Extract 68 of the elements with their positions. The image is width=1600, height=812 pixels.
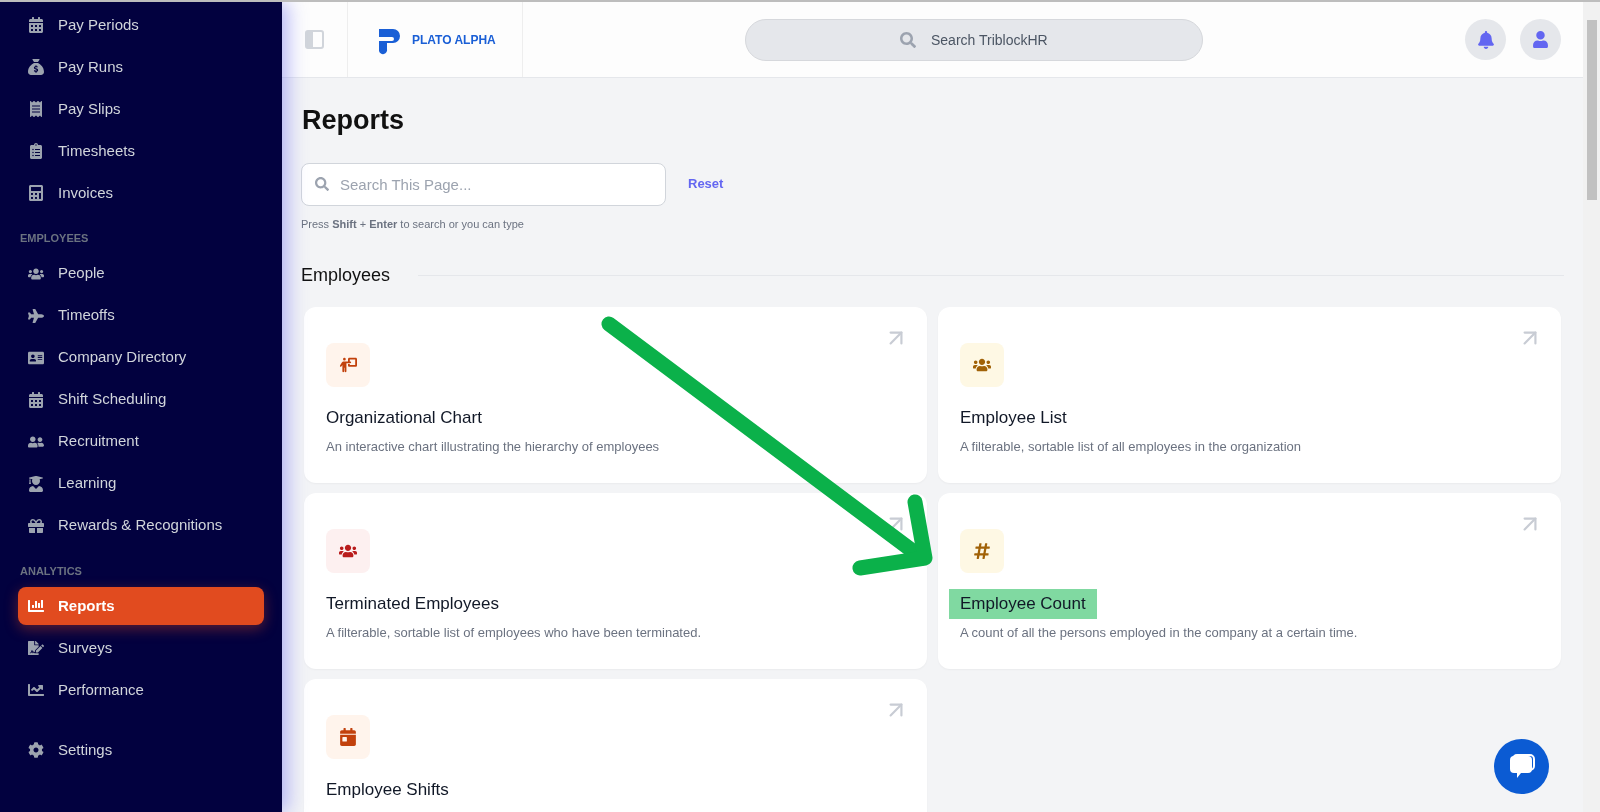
page-title: Reports <box>302 104 405 137</box>
report-card[interactable]: Terminated Employees A filterable, sortable list of employees who have been terminated. <box>304 493 927 669</box>
sidebar-item[interactable]: Performance <box>18 671 264 709</box>
bar-chart-icon <box>28 598 44 614</box>
money-bag-icon <box>28 59 44 75</box>
calendar-icon <box>339 728 357 746</box>
card-title: Organizational Chart <box>326 407 482 429</box>
settings-icon <box>28 742 44 758</box>
card-title: Employee List <box>960 407 1067 429</box>
sidebar-item[interactable]: Shift Scheduling <box>18 380 264 419</box>
logo[interactable]: PLATO ALPHA <box>348 2 523 77</box>
card-description: A count of all the persons employed in the company at a certain time. <box>960 624 1359 642</box>
sidebar-item[interactable]: Surveys <box>18 629 264 667</box>
presentation-chart-icon <box>339 356 357 374</box>
chat-button[interactable] <box>1494 739 1549 794</box>
sidebar-item[interactable]: Invoices <box>18 174 264 212</box>
section-heading: EMPLOYEES <box>19 231 90 246</box>
calculator-icon <box>28 185 44 201</box>
chat-bubble-icon <box>1507 753 1536 780</box>
sidebar-item[interactable]: Pay Slips <box>18 90 264 128</box>
sidebar-item[interactable]: Pay Periods <box>18 6 264 44</box>
report-card[interactable]: Employee List A filterable, sortable list of all employees in the organization <box>938 307 1561 483</box>
report-card[interactable]: Employee Shifts <box>304 679 927 812</box>
search-hint: Press Shift + Enter to search or you can type <box>301 216 525 232</box>
notifications-button[interactable] <box>1465 19 1506 60</box>
global-search-field[interactable]: Search TriblockHR <box>745 18 1203 61</box>
sidebar-item[interactable]: Pay Runs <box>18 48 264 86</box>
report-card[interactable]: Organizational Chart An interactive chart illustrating the hierarchy of employees <box>304 307 927 483</box>
line-chart-icon <box>28 682 44 698</box>
card-description: A filterable, sortable list of employees who have been terminated. <box>326 624 703 642</box>
calendar-icon <box>28 17 44 33</box>
section-title: Employees <box>301 264 391 287</box>
search-icon <box>315 176 329 191</box>
card-title: Employee Count <box>949 589 1097 619</box>
sidebar-item[interactable]: People <box>18 254 264 293</box>
card-description: An interactive chart illustrating the hierarchy of employees <box>326 438 661 456</box>
reset-link[interactable]: Reset <box>688 174 724 194</box>
sidebar-item[interactable]: Recruitment <box>18 422 264 461</box>
airplane-icon <box>28 307 44 324</box>
people-icon <box>339 542 357 560</box>
sidebar-item[interactable]: Settings <box>18 731 264 769</box>
calendar-icon <box>28 391 44 408</box>
bell-icon <box>1476 30 1495 49</box>
sidebar-toggle-icon[interactable] <box>305 30 324 49</box>
logo-text: PLATO ALPHA <box>412 31 496 49</box>
section-heading: ANALYTICS <box>19 563 83 579</box>
user-icon <box>1532 31 1549 48</box>
search-icon <box>900 31 916 48</box>
sidebar-item[interactable]: Company Directory <box>18 338 264 377</box>
clipboard-icon <box>28 143 44 159</box>
card-title: Terminated Employees <box>326 593 499 615</box>
graduate-icon <box>28 475 44 492</box>
card-description: A filterable, sortable list of all employees in the organization <box>960 438 1303 456</box>
card-title: Employee Shifts <box>326 779 449 801</box>
receipt-icon <box>28 101 44 117</box>
contact-card-icon <box>28 349 44 366</box>
sidebar-item[interactable]: Learning <box>18 464 264 503</box>
page-search-field[interactable]: Search This Page... <box>301 162 666 206</box>
sidebar-item[interactable]: Reports <box>18 587 264 625</box>
gift-icon <box>28 517 44 534</box>
signed-document-icon <box>28 640 44 656</box>
sidebar-item[interactable]: Timeoffs <box>18 296 264 335</box>
report-card[interactable]: Employee Count A count of all the persons employed in the company at a certain time. <box>938 493 1561 669</box>
profile-button[interactable] <box>1520 19 1561 60</box>
people-icon <box>973 356 991 374</box>
hash-icon <box>973 542 991 560</box>
sidebar-item[interactable]: Timesheets <box>18 132 264 170</box>
sidebar-item[interactable]: Rewards & Recognitions <box>18 506 264 545</box>
